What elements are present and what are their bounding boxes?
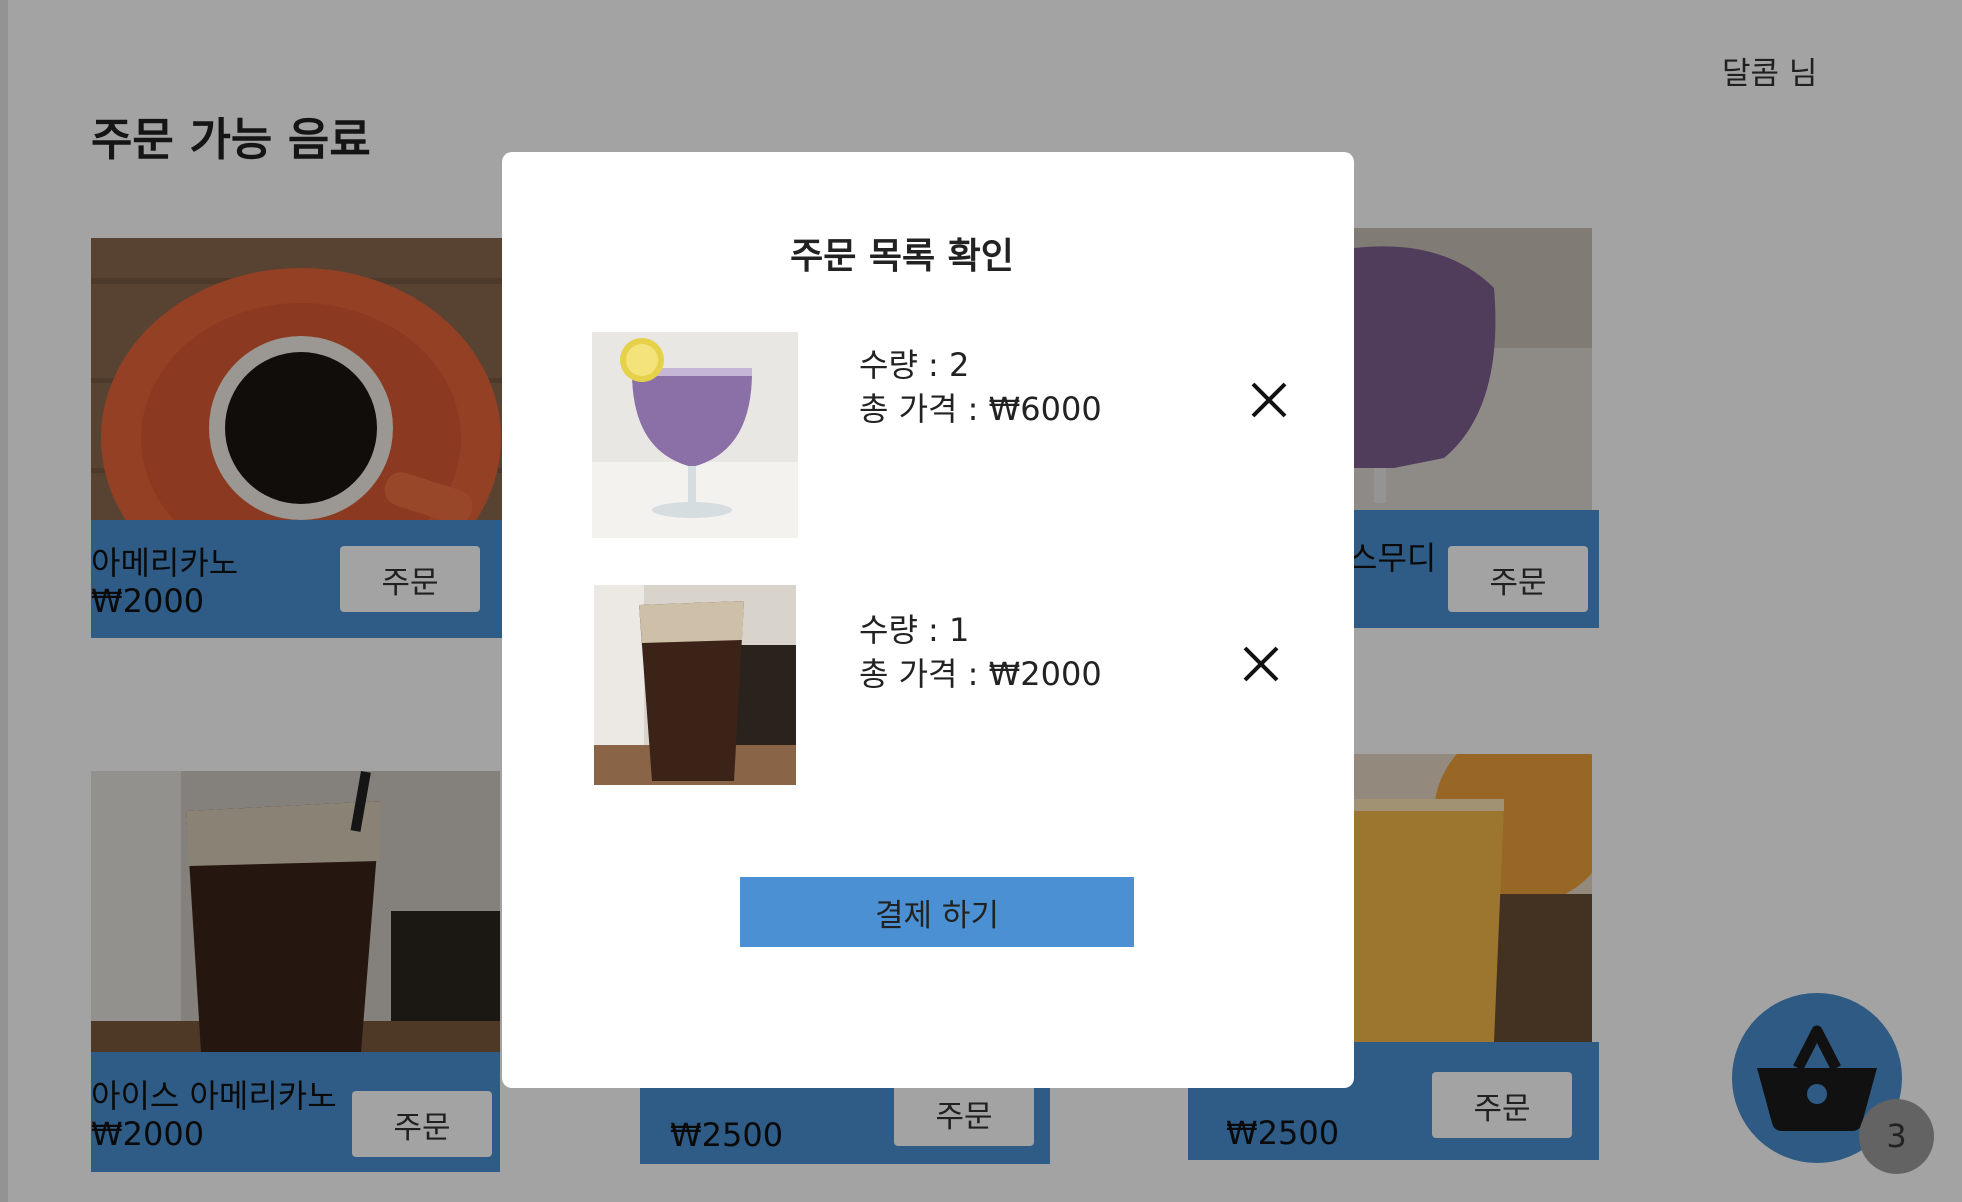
modal-title: 주문 목록 확인 (790, 236, 1014, 277)
iced-americano-thumbnail (594, 585, 796, 785)
smoothie-total-price: 총 가격 : ₩6000 (859, 390, 1102, 428)
smoothie-quantity: 수량 : 2 (859, 346, 970, 384)
order-item-smoothie: 수량 : 2 총 가격 : ₩6000 (502, 332, 1354, 542)
order-confirm-modal: 주문 목록 확인 수량 : 2 총 가격 : ₩6000 수량: 1 총 가격… (502, 152, 1354, 1088)
close-icon (1251, 382, 1287, 418)
remove-item-smoothie[interactable] (1247, 378, 1291, 422)
order-item-iced-americano: 수량 : 1 총 가격 : ₩2000 (502, 585, 1354, 795)
cart-count-badge: 3 (1859, 1099, 1934, 1174)
iced-americano-quantity: 수량 : 1 (859, 611, 970, 649)
close-icon (1243, 646, 1279, 682)
remove-item-iced-americano[interactable] (1239, 642, 1283, 686)
pay-button[interactable]: 결제 하기 (740, 877, 1134, 947)
smoothie-thumbnail (592, 332, 798, 538)
iced-americano-total-price: 총 가격 : ₩2000 (859, 655, 1102, 693)
